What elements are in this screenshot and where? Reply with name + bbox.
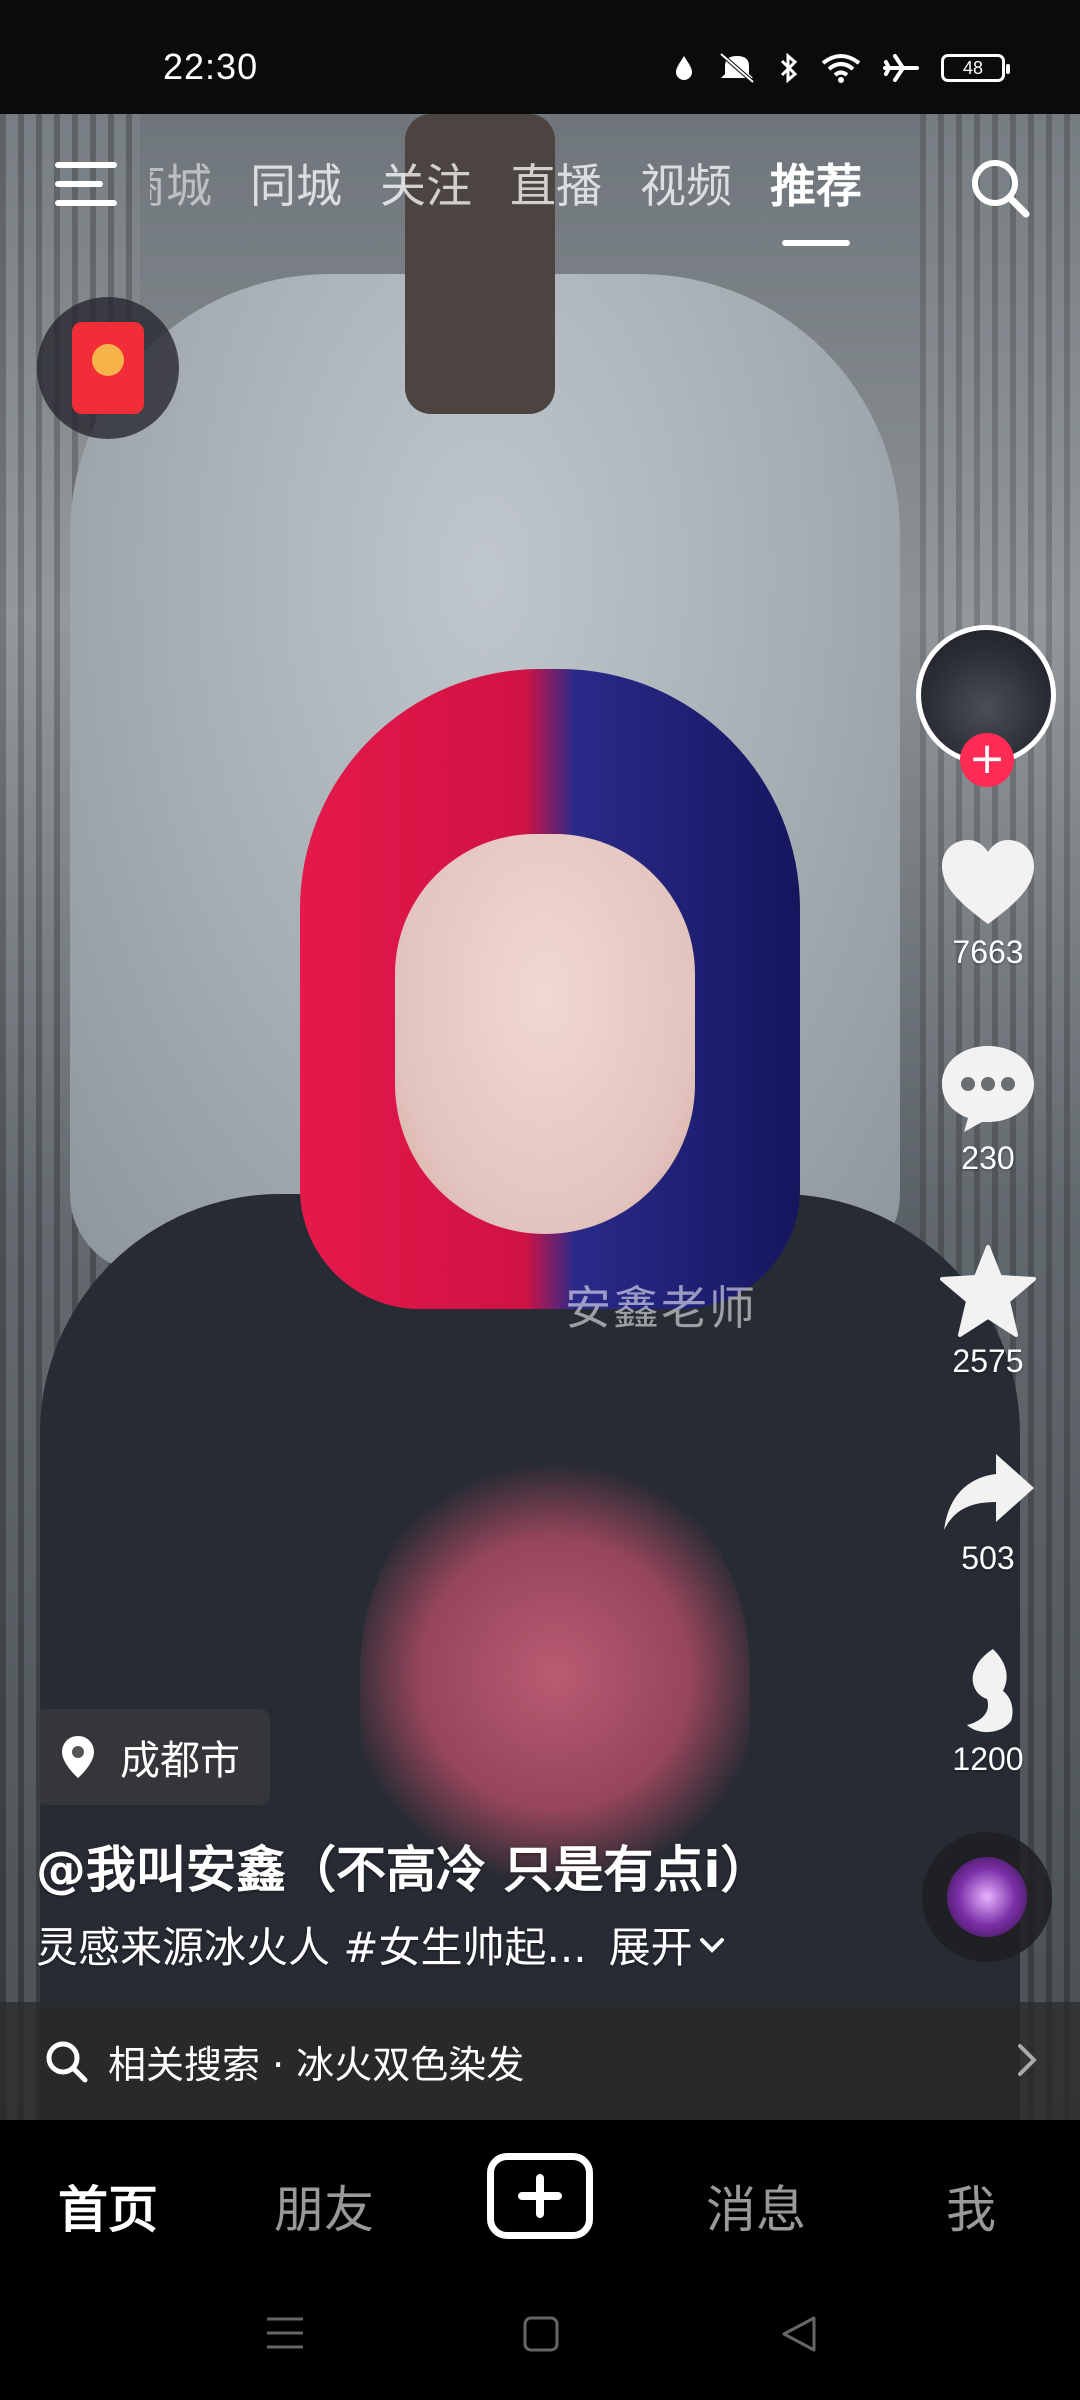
tab-home[interactable]: 首页 — [58, 2170, 158, 2242]
like-count: 7663 — [952, 934, 1024, 970]
related-search-label: 相关搜索 · 冰火双色染发 — [108, 2042, 525, 2087]
plus-icon — [518, 2174, 562, 2218]
battery-icon: 48 — [941, 54, 1010, 82]
tab-messages[interactable]: 消息 — [706, 2170, 806, 2242]
recent-apps-icon[interactable] — [265, 2315, 305, 2351]
search-icon — [46, 2041, 88, 2083]
share-arrow-icon — [944, 1454, 1034, 1530]
status-bar: 22:30 48 — [0, 0, 1080, 114]
favorite-button[interactable]: 2575 — [918, 1245, 1058, 1380]
top-nav: 商城 同城 关注 直播 视频 推荐 — [0, 150, 1080, 250]
tab-following[interactable]: 关注 — [380, 150, 472, 216]
favorite-count: 2575 — [952, 1343, 1024, 1379]
system-nav-bar — [0, 2275, 1080, 2400]
back-icon[interactable] — [780, 2315, 818, 2353]
author-avatar[interactable]: + — [916, 625, 1056, 787]
like-button[interactable]: 7663 — [918, 838, 1058, 971]
description-text: 灵感来源冰火人 #女生帅起... — [36, 1923, 587, 1972]
music-disc[interactable] — [922, 1832, 1052, 1962]
related-search-bar[interactable]: 相关搜索 · 冰火双色染发 — [0, 2002, 1080, 2120]
chevron-down-icon — [699, 1937, 724, 1953]
follow-plus-icon[interactable]: + — [960, 733, 1014, 787]
tab-friends[interactable]: 朋友 — [274, 2170, 374, 2242]
recommend-icon — [967, 1649, 1013, 1733]
comment-count: 230 — [961, 1140, 1015, 1176]
share-count: 503 — [961, 1540, 1015, 1576]
author-name[interactable]: @我叫安鑫（不高冷 只是有点i） — [36, 1830, 771, 1902]
video-description: 灵感来源冰火人 #女生帅起... 展开 — [36, 1914, 725, 1975]
wifi-icon — [821, 54, 861, 83]
chevron-right-icon — [1018, 2044, 1037, 2076]
tab-live[interactable]: 直播 — [510, 150, 602, 216]
nav-tabs: 商城 同城 关注 直播 视频 推荐 — [150, 150, 862, 246]
water-drop-icon — [676, 56, 692, 80]
video-watermark: 安鑫老师 — [565, 1281, 757, 1335]
bottom-tab-bar: 首页 朋友 消息 我 — [0, 2120, 1080, 2275]
home-icon[interactable] — [522, 2315, 560, 2353]
recommend-count: 1200 — [952, 1741, 1024, 1777]
star-icon — [940, 1245, 1036, 1337]
menu-icon[interactable] — [55, 162, 117, 206]
expand-label: 展开 — [608, 1923, 693, 1972]
expand-button[interactable]: 展开 — [609, 1914, 725, 1975]
video-face — [395, 834, 695, 1234]
heart-icon — [942, 840, 1034, 924]
mute-icon — [719, 52, 755, 84]
music-cover — [947, 1857, 1027, 1937]
location-tag[interactable]: 成都市 — [36, 1709, 270, 1805]
location-pin-icon — [62, 1736, 94, 1778]
tab-video[interactable]: 视频 — [640, 150, 732, 216]
search-icon[interactable] — [968, 156, 1032, 220]
red-packet-button[interactable] — [37, 297, 179, 439]
location-label: 成都市 — [120, 1738, 240, 1784]
bluetooth-icon — [780, 52, 798, 84]
status-icons: 48 — [673, 52, 1010, 84]
tab-mall[interactable]: 商城 — [150, 150, 212, 216]
comment-icon — [942, 1046, 1034, 1132]
comment-button[interactable]: 230 — [918, 1042, 1058, 1177]
status-time: 22:30 — [163, 46, 259, 87]
airplane-icon — [883, 54, 919, 82]
recommend-button[interactable]: 1200 — [918, 1645, 1058, 1778]
create-button[interactable] — [487, 2153, 593, 2239]
tab-nearby[interactable]: 同城 — [250, 150, 342, 216]
tab-me[interactable]: 我 — [946, 2170, 996, 2242]
share-button[interactable]: 503 — [918, 1450, 1058, 1577]
tab-recommend[interactable]: 推荐 — [770, 150, 862, 246]
red-envelope-icon — [72, 322, 144, 414]
